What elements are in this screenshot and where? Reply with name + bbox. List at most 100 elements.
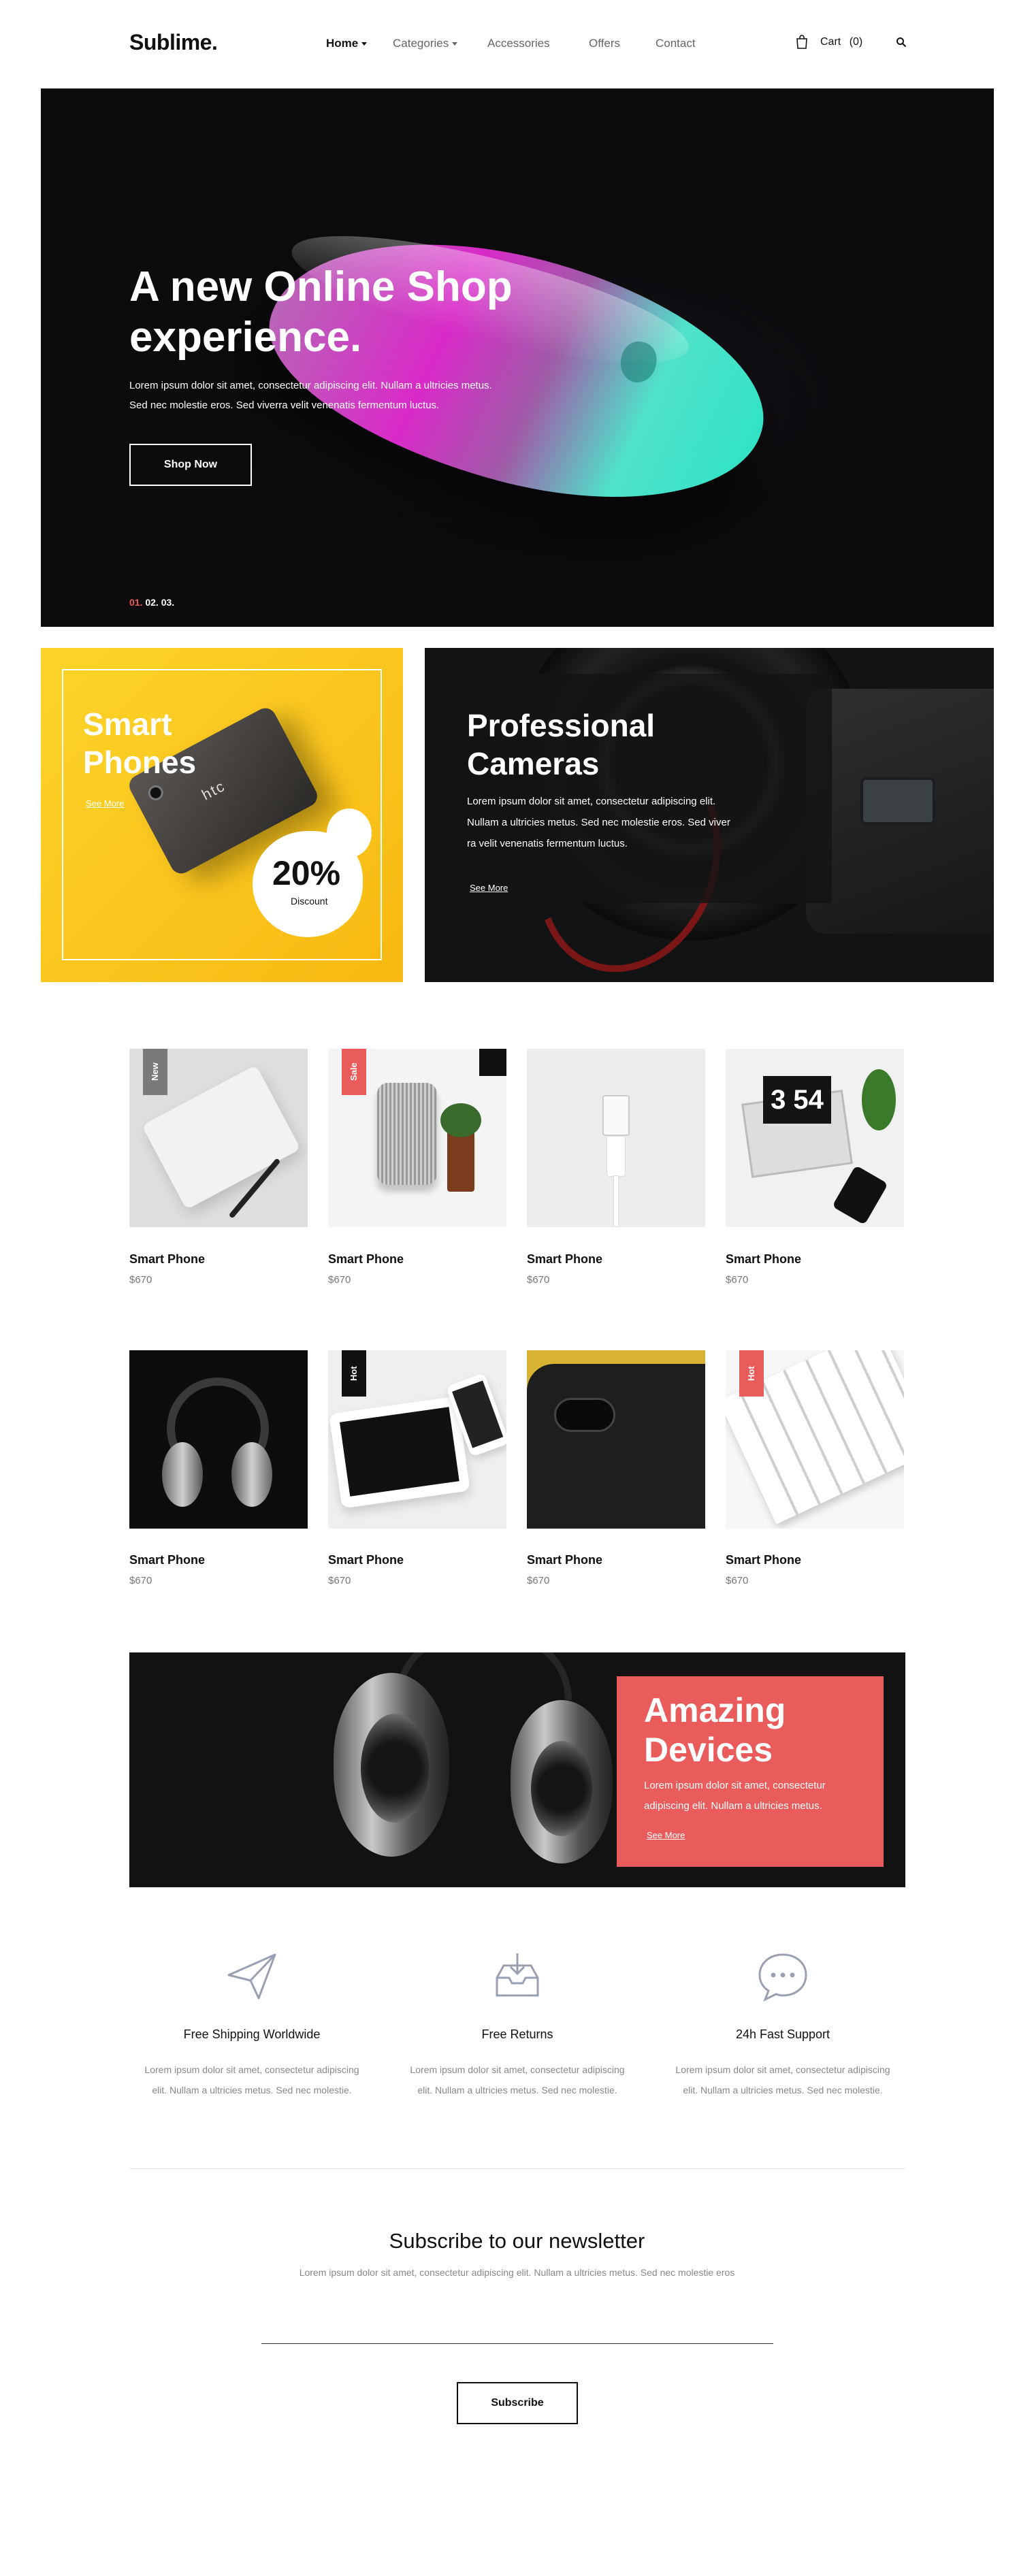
product-price: $670 — [328, 1575, 351, 1586]
banner-cameras-title: Professional Cameras — [467, 706, 739, 783]
headphone-speaker-image — [531, 1741, 592, 1836]
product-name[interactable]: Smart Phone — [726, 1252, 801, 1267]
product-name[interactable]: Smart Phone — [129, 1252, 205, 1267]
phone-brand-logo: htc — [199, 777, 229, 804]
chat-bubble-icon — [758, 1953, 807, 2002]
promo-title-line: Amazing — [644, 1691, 786, 1729]
product-image-speaker[interactable]: Sale — [328, 1049, 506, 1227]
product-name[interactable]: Smart Phone — [328, 1252, 404, 1267]
headphone-speaker-image — [361, 1714, 429, 1823]
product-image-tablet-phone[interactable]: New — [129, 1049, 308, 1227]
nav-categories[interactable]: Categories — [393, 37, 458, 50]
feature-text-line: elit. Nullam a ultricies metus. Sed nec … — [683, 2085, 883, 2096]
nav-home[interactable]: Home — [326, 37, 368, 50]
banner-phones-title: Smart Phones — [83, 705, 196, 781]
feature-text-line: Lorem ipsum dolor sit amet, consectetur … — [144, 2064, 359, 2075]
product-image-usb-cable[interactable] — [527, 1049, 705, 1227]
hero-text-line: Sed nec molestie eros. Sed viverra velit… — [129, 400, 440, 411]
inbox-return-icon — [496, 1953, 539, 1997]
section-divider — [129, 2168, 905, 2169]
feature-text: Lorem ipsum dolor sit amet, consectetur … — [126, 2059, 378, 2100]
chevron-down-icon — [452, 42, 458, 46]
feature-text-line: Lorem ipsum dolor sit amet, consectetur … — [410, 2064, 625, 2075]
tv-corner-image — [479, 1049, 506, 1076]
product-name[interactable]: Smart Phone — [527, 1252, 602, 1267]
slide-dot-2[interactable]: 02. — [145, 597, 158, 608]
nav-offers[interactable]: Offers — [589, 37, 620, 50]
product-name[interactable]: Smart Phone — [726, 1553, 801, 1567]
hero-text: Lorem ipsum dolor sit amet, consectetur … — [129, 376, 565, 415]
dual-camera-icon — [554, 1398, 615, 1432]
speaker-image — [377, 1083, 437, 1185]
product-price: $670 — [129, 1575, 152, 1586]
see-more-link[interactable]: See More — [86, 798, 124, 809]
plant-image — [440, 1103, 481, 1137]
promo-title-line: Devices — [644, 1731, 773, 1769]
search-icon[interactable] — [896, 37, 907, 48]
feature-title: Free Shipping Worldwide — [183, 2027, 321, 2041]
feature-text: Lorem ipsum dolor sit amet, consectetur … — [391, 2059, 643, 2100]
nav-home-label: Home — [326, 37, 359, 50]
promo-text-line: Lorem ipsum dolor sit amet, consectetur — [644, 1780, 826, 1791]
product-price: $670 — [726, 1274, 749, 1286]
hero-title-line: A new Online Shop — [129, 263, 513, 310]
product-image-tablet[interactable]: Hot — [328, 1350, 506, 1529]
see-more-link[interactable]: See More — [647, 1830, 685, 1840]
usb-housing-image — [607, 1136, 626, 1177]
nav-contact[interactable]: Contact — [656, 37, 696, 50]
paper-plane-icon — [227, 1953, 276, 2000]
product-image-laptop[interactable]: 3 54 — [726, 1049, 904, 1227]
banner-title-line: Professional — [467, 708, 656, 743]
product-tag: New — [143, 1049, 167, 1095]
feature-title: Free Returns — [481, 2027, 553, 2041]
product-name[interactable]: Smart Phone — [328, 1553, 404, 1567]
product-image-black-iphone[interactable] — [527, 1350, 705, 1529]
product-price: $670 — [527, 1274, 550, 1286]
banner-smart-phones[interactable]: htc 20% Discount — [41, 648, 403, 982]
nav-categories-label: Categories — [393, 37, 449, 50]
feature-text-line: Lorem ipsum dolor sit amet, consectetur … — [675, 2064, 890, 2075]
email-field[interactable] — [261, 2328, 773, 2344]
product-price: $670 — [527, 1575, 550, 1586]
chevron-down-icon — [361, 42, 368, 46]
banner-text-line: Lorem ipsum dolor sit amet, consectetur … — [467, 796, 716, 807]
product-image-headphones[interactable] — [129, 1350, 308, 1529]
promo-text: Lorem ipsum dolor sit amet, consectetur a… — [644, 1776, 869, 1816]
hero-title: A new Online Shop experience. — [129, 262, 606, 363]
nav-accessories[interactable]: Accessories — [487, 37, 550, 50]
product-price: $670 — [726, 1575, 749, 1586]
product-price: $670 — [328, 1274, 351, 1286]
usb-plug-image — [602, 1095, 630, 1136]
slider-pagination: 01. 02. 03. — [129, 597, 174, 608]
logo[interactable]: Sublime. — [129, 30, 218, 55]
product-price: $670 — [129, 1274, 152, 1286]
banner-title-line: Phones — [83, 745, 197, 780]
shop-now-button[interactable]: Shop Now — [129, 444, 252, 486]
banner-title-line: Smart — [83, 706, 172, 742]
product-name[interactable]: Smart Phone — [527, 1553, 602, 1567]
product-tag: Hot — [739, 1350, 764, 1397]
promo-banner-amazing-devices[interactable] — [129, 1652, 905, 1887]
cart-count: (0) — [849, 36, 863, 48]
headphone-cup-image — [162, 1442, 203, 1507]
cable-image — [613, 1175, 619, 1227]
product-tag: Hot — [342, 1350, 366, 1397]
camera-screen — [860, 777, 935, 825]
product-image-keyboard[interactable]: Hot — [726, 1350, 904, 1529]
tablet-screen — [339, 1407, 459, 1497]
see-more-link[interactable]: See More — [470, 883, 508, 893]
product-name[interactable]: Smart Phone — [129, 1553, 205, 1567]
subscribe-button[interactable]: Subscribe — [457, 2382, 578, 2424]
slide-dot-3[interactable]: 03. — [161, 597, 174, 608]
feature-title: 24h Fast Support — [735, 2027, 830, 2041]
plant-image — [862, 1069, 896, 1130]
banner-cameras-text: Lorem ipsum dolor sit amet, consectetur … — [467, 791, 753, 854]
camera-lens-icon — [145, 783, 166, 803]
promo-text-line: adipiscing elit. Nullam a ultricies metu… — [644, 1800, 822, 1812]
banner-title-line: Cameras — [467, 746, 600, 781]
newsletter-title: Subscribe to our newsletter — [389, 2229, 645, 2253]
cart-link[interactable]: Cart (0) — [820, 36, 862, 48]
slide-dot-1[interactable]: 01. — [129, 597, 142, 608]
feature-text: Lorem ipsum dolor sit amet, consectetur … — [657, 2059, 909, 2100]
shopping-bag-icon[interactable] — [796, 34, 808, 49]
